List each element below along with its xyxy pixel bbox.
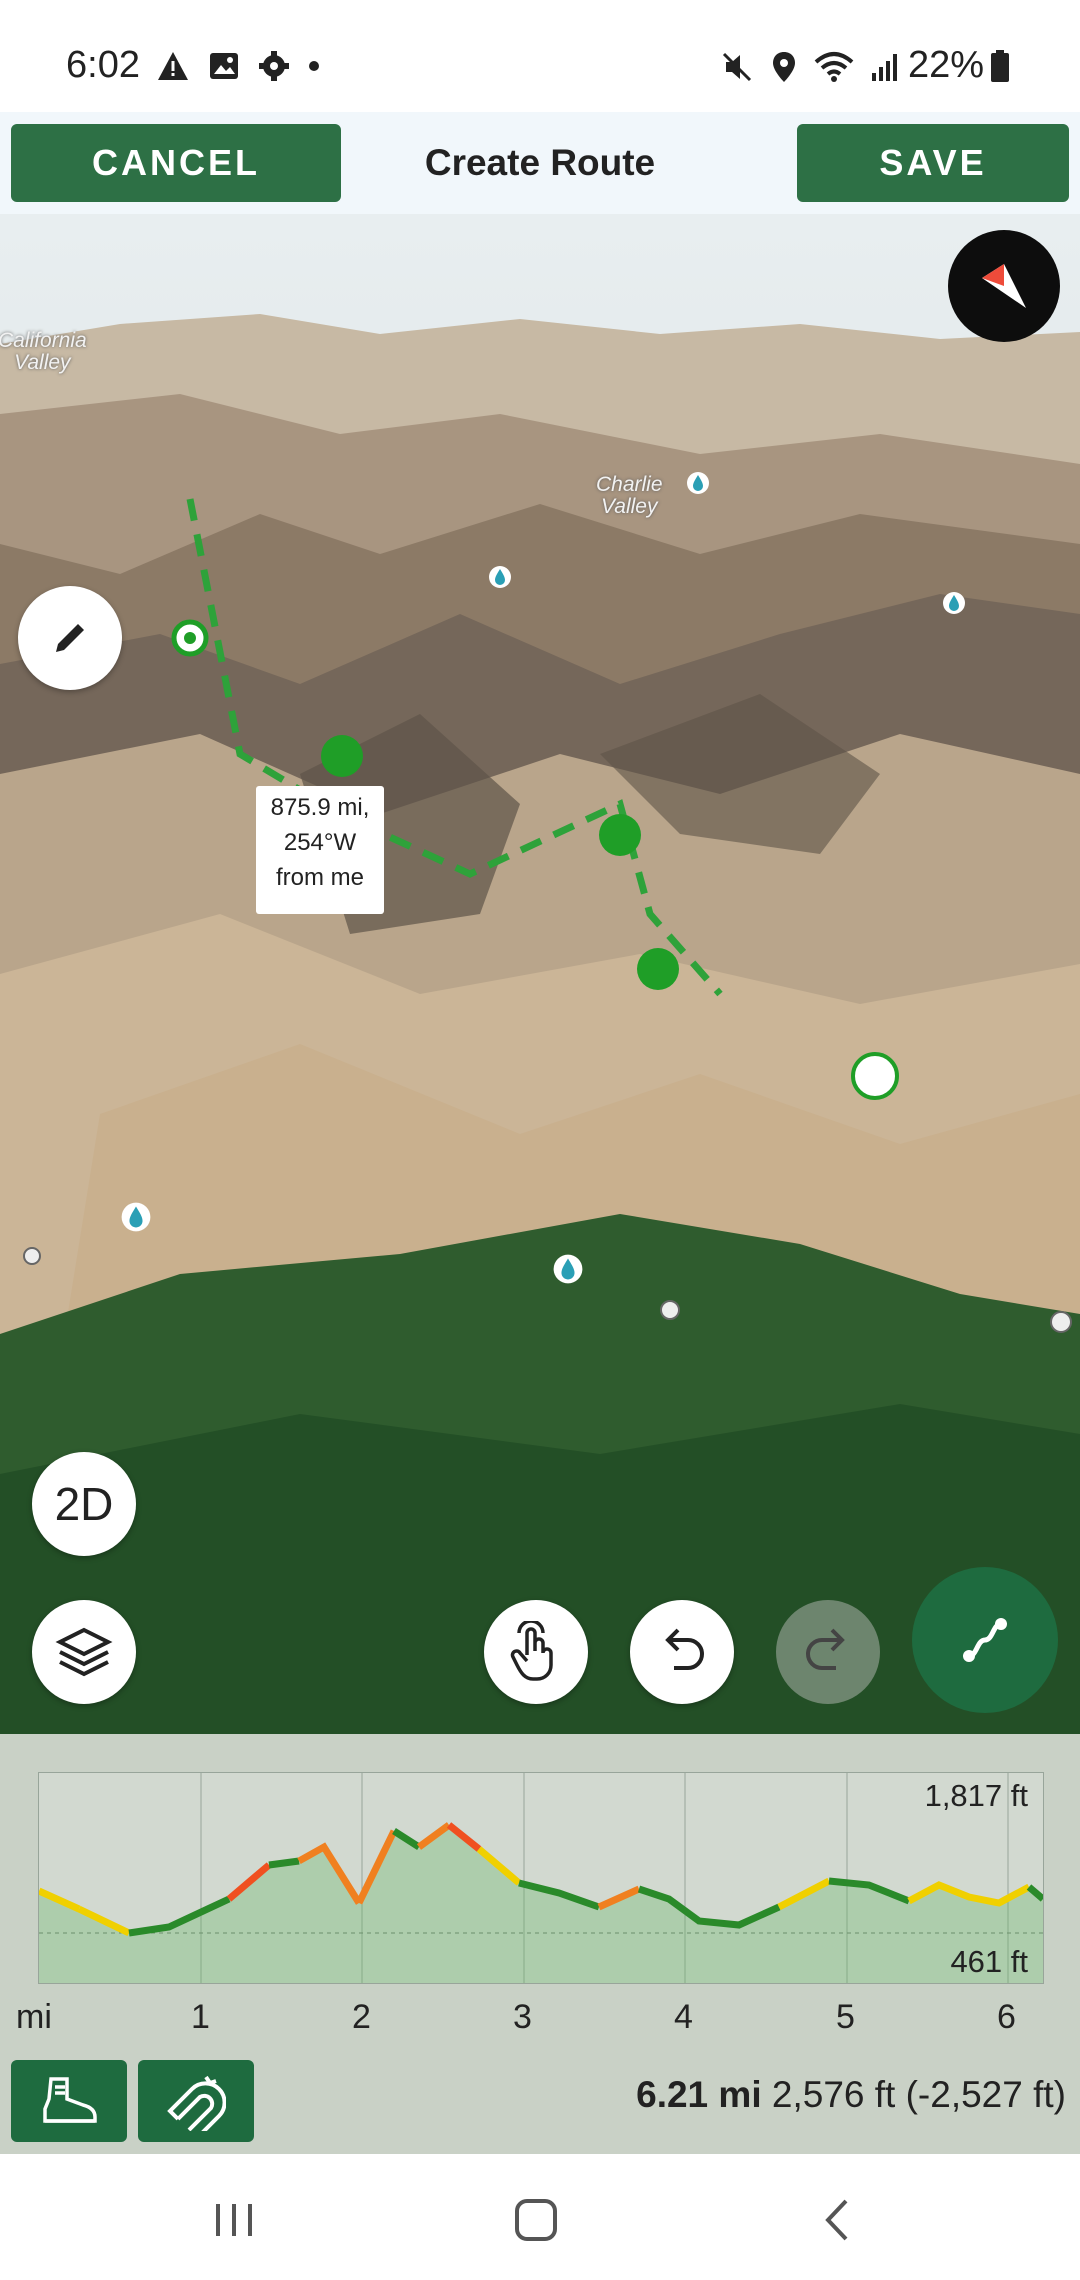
magnet-icon [167,2075,226,2131]
home-button[interactable] [496,2180,576,2260]
redo-button[interactable] [776,1600,880,1704]
tooltip-line: from me [275,864,364,891]
unit-label: mi [16,1998,52,2036]
recent-apps-button[interactable] [194,2180,274,2260]
water-marker-icon [489,566,511,588]
tooltip-line: 875.9 mi, [270,794,370,821]
view-toggle-button[interactable]: 2D [32,1452,136,1556]
back-button[interactable] [798,2180,878,2260]
image-icon [210,53,238,79]
wifi-icon [814,52,854,82]
elevation-profile: 1,817 ft 461 ft mi 1 2 3 4 5 6 6.21 mi 2… [0,1734,1080,2154]
mute-icon [722,52,752,82]
draw-route-button[interactable] [912,1567,1058,1713]
redo-icon [806,1628,845,1670]
water-marker-icon [121,1202,151,1232]
x-tick: 5 [836,1998,855,2036]
x-tick: 3 [513,1998,532,2036]
elevation-min: 461 ft [950,1944,1028,1979]
route-header: CANCEL Create Route SAVE [0,112,1080,214]
undo-icon [665,1628,704,1670]
status-bar: 6:02 22% [0,0,1080,112]
route-distance: 6.21 mi [636,2074,762,2115]
x-tick: 4 [674,1998,693,2036]
undo-button[interactable] [630,1600,734,1704]
compass-icon [982,264,1026,308]
x-tick: 1 [191,1998,210,2036]
place-label: Charlie Valley [596,473,663,518]
home-icon [515,2199,557,2241]
water-marker-icon [943,592,965,614]
compass-button[interactable] [948,230,1060,342]
back-icon [825,2199,848,2241]
elevation-chart[interactable] [37,1772,1046,1984]
snap-to-trail-button[interactable] [138,2060,254,2142]
dot-icon [309,61,319,71]
system-nav-bar [0,2154,1080,2280]
tap-mode-button[interactable] [484,1600,588,1704]
battery-level: 22% [907,44,984,86]
place-label: California Valley [0,329,87,374]
water-marker-icon [553,1254,583,1284]
save-button[interactable]: SAVE [797,124,1069,202]
activity-button[interactable] [11,2060,127,2142]
layers-button[interactable] [32,1600,136,1704]
layers-icon [55,1627,113,1677]
x-tick: 2 [352,1998,371,2036]
view-toggle-label: 2D [54,1478,114,1530]
edit-icon [56,624,84,652]
battery-icon [991,49,1009,82]
water-marker-icon [687,472,709,494]
tap-hand-icon [510,1621,553,1681]
route-summary: 6.21 mi 2,576 ft (-2,527 ft) [636,2074,1066,2116]
edit-button[interactable] [18,586,122,690]
recent-apps-icon [216,2204,252,2236]
x-tick: 6 [997,1998,1016,2036]
warning-icon [158,52,188,80]
route-elevation-change: 2,576 ft (-2,527 ft) [771,2074,1066,2115]
draw-route-icon [963,1618,1007,1662]
elevation-max: 1,817 ft [924,1778,1028,1813]
hiking-boot-icon [43,2077,97,2123]
signal-icon [872,54,897,81]
tooltip-line: 254°W [283,829,357,856]
settings-icon [259,51,289,81]
terrain-map[interactable]: California Valley Charlie Valley 875.9 mi,… [0,214,1080,1734]
status-time: 6:02 [66,44,140,86]
distance-tooltip: 875.9 mi, 254°W from me [256,786,384,914]
location-icon [773,52,795,82]
